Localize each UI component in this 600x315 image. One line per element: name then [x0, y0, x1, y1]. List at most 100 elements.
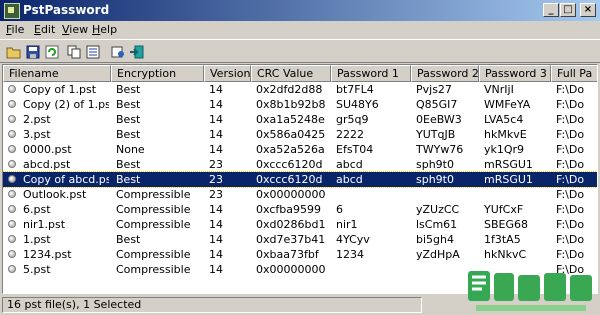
cell-full-path: F:\Do: [556, 158, 585, 171]
cell-version: 14: [209, 248, 223, 261]
column-header-password2[interactable]: Password 2: [411, 65, 479, 82]
column-header-encryption[interactable]: Encryption: [111, 65, 204, 82]
cell-password2: sph9t0: [416, 173, 454, 186]
pst-file-icon: [8, 265, 16, 273]
cell-version: 23: [209, 188, 223, 201]
cell-password3: SBEG68: [484, 218, 528, 231]
cell-password3: mRSGU1: [484, 158, 533, 171]
cell-full-path: F:\Do: [556, 188, 585, 201]
pst-file-list[interactable]: Filename Encryption Version CRC Value Pa…: [2, 64, 598, 294]
cell-full-path: F:\Do: [556, 83, 585, 96]
cell-filename: abcd.pst: [23, 158, 71, 171]
cell-password3: yk1Qr9: [484, 143, 525, 156]
cell-password1: gr5q9: [336, 113, 369, 126]
cell-full-path: F:\Do: [556, 143, 585, 156]
menu-help[interactable]: Help: [92, 23, 117, 36]
cell-encryption: Best: [116, 83, 141, 96]
exit-icon[interactable]: [129, 44, 145, 60]
pst-file-icon: [8, 190, 16, 198]
cell-password2: YUTqJB: [416, 128, 456, 141]
menu-file[interactable]: File: [6, 23, 24, 36]
table-row[interactable]: 1.pst Best 14 0xd7e37b41 4YCyv bi5gh4 1f3tA5 F:…: [3, 232, 597, 247]
cell-version: 23: [209, 158, 223, 171]
cell-filename: 6.pst: [23, 203, 51, 216]
table-row[interactable]: 6.pst Compressible 14 0xcfba9599 6 yZUzCC YUfC…: [3, 202, 597, 217]
menu-edit[interactable]: Edit: [34, 23, 55, 36]
cell-password1: EfsT04: [336, 143, 374, 156]
cell-password1: 1234: [336, 248, 364, 261]
table-row[interactable]: abcd.pst Best 23 0xccc6120d abcd sph9t0 mRSGU1…: [3, 157, 597, 172]
copy-icon[interactable]: [66, 44, 82, 60]
table-row[interactable]: Copy of abcd.pst Best 23 0xccc6120d abcd sph9…: [3, 171, 597, 188]
properties-icon[interactable]: [85, 44, 101, 60]
maximize-button[interactable]: □: [560, 3, 576, 17]
table-row[interactable]: 0000.pst None 14 0xa52a526a EfsT04 TWYw76 yk1Q…: [3, 142, 597, 157]
table-row[interactable]: 2.pst Best 14 0xa1a5248e gr5q9 0EeBW3 LVA5c4 F:…: [3, 112, 597, 127]
cell-version: 14: [209, 128, 223, 141]
cell-crc: 0xa52a526a: [256, 143, 325, 156]
table-row[interactable]: Outlook.pst Compressible 23 0x00000000 F:\Do: [3, 187, 597, 202]
cell-encryption: Compressible: [116, 218, 191, 231]
table-row[interactable]: 3.pst Best 14 0x586a0425 2222 YUTqJB hkMkvE F:\…: [3, 127, 597, 142]
cell-encryption: Best: [116, 173, 141, 186]
cell-version: 14: [209, 113, 223, 126]
cell-filename: nir1.pst: [23, 218, 66, 231]
cell-encryption: Best: [116, 158, 141, 171]
cell-version: 14: [209, 98, 223, 111]
cell-encryption: Best: [116, 113, 141, 126]
cell-filename: 0000.pst: [23, 143, 72, 156]
pst-file-icon: [8, 235, 16, 243]
menu-bar: File Edit View Help: [0, 21, 600, 39]
cell-password3: hkMkvE: [484, 128, 527, 141]
cell-full-path: F:\Do: [556, 203, 585, 216]
column-header-crc[interactable]: CRC Value: [251, 65, 331, 82]
cell-password1: 2222: [336, 128, 364, 141]
cell-encryption: Compressible: [116, 188, 191, 201]
title-bar[interactable]: PstPassword _ □ ×: [0, 0, 600, 21]
table-row[interactable]: 1234.pst Compressible 14 0xbaa73fbf 1234 yZdH…: [3, 247, 597, 262]
cell-encryption: Compressible: [116, 248, 191, 261]
about-icon[interactable]: [110, 44, 126, 60]
cell-password2: Pvjs27: [416, 83, 452, 96]
cell-filename: 1.pst: [23, 233, 51, 246]
cell-password1: SU48Y6: [336, 98, 379, 111]
cell-crc: 0x8b1b92b8: [256, 98, 326, 111]
open-folder-icon[interactable]: [6, 44, 22, 60]
table-row[interactable]: Copy (2) of 1.pst Best 14 0x8b1b92b8 SU48Y6 Q…: [3, 97, 597, 112]
cell-full-path: F:\Do: [556, 98, 585, 111]
cell-password1: 4YCyv: [336, 233, 370, 246]
pst-file-icon: [8, 145, 16, 153]
cell-encryption: None: [116, 143, 145, 156]
cell-full-path: F:\Do: [556, 173, 585, 186]
close-button[interactable]: ×: [580, 3, 596, 17]
pst-file-icon: [8, 100, 16, 108]
cell-encryption: Best: [116, 128, 141, 141]
pst-file-icon: [8, 175, 16, 183]
cell-version: 14: [209, 233, 223, 246]
cell-crc: 0xd0286bd1: [256, 218, 326, 231]
table-row[interactable]: Copy of 1.pst Best 14 0x2dfd2d88 bt7FL4 Pvjs2…: [3, 82, 597, 97]
pst-file-icon: [8, 205, 16, 213]
save-icon[interactable]: [25, 44, 41, 60]
column-header-password3[interactable]: Password 3: [479, 65, 551, 82]
column-header-version[interactable]: Version: [204, 65, 251, 82]
cell-password1: abcd: [336, 173, 363, 186]
cell-filename: Copy of abcd.pst: [23, 173, 109, 186]
column-header-full-path[interactable]: Full Pa: [551, 65, 597, 82]
cell-version: 23: [209, 173, 223, 186]
cell-crc: 0xbaa73fbf: [256, 248, 319, 261]
minimize-button[interactable]: _: [543, 3, 559, 17]
menu-view[interactable]: View: [62, 23, 88, 36]
cell-crc: 0xccc6120d: [256, 158, 323, 171]
refresh-icon[interactable]: [44, 44, 60, 60]
column-header-filename[interactable]: Filename: [3, 65, 111, 82]
cell-full-path: F:\Do: [556, 248, 585, 261]
cell-password2: 0EeBW3: [416, 113, 462, 126]
app-icon: [4, 3, 20, 19]
cell-filename: Outlook.pst: [23, 188, 87, 201]
cell-password2: bi5gh4: [416, 233, 454, 246]
table-row[interactable]: nir1.pst Compressible 14 0xd0286bd1 nir1 lsCm…: [3, 217, 597, 232]
cell-version: 14: [209, 143, 223, 156]
column-header-password1[interactable]: Password 1: [331, 65, 411, 82]
cell-password1: nir1: [336, 218, 358, 231]
